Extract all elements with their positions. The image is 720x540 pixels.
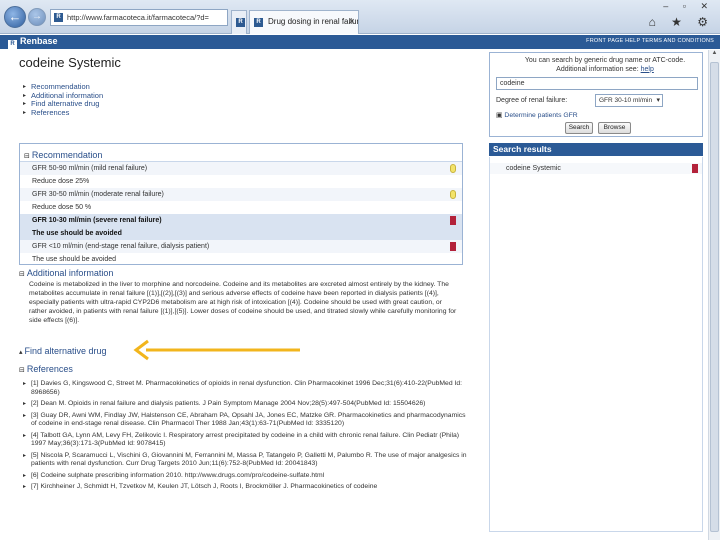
drug-search-input[interactable]: codeine — [496, 77, 698, 90]
reference-item[interactable]: [6] Codeine sulphate prescribing informa… — [23, 472, 467, 481]
references-heading[interactable]: ⊟ References — [19, 364, 73, 374]
address-text: http://www.farmacoteca.it/farmacoteca/?d… — [67, 13, 209, 22]
recommendation-rows: GFR 50-90 ml/min (mild renal failure) Red… — [20, 162, 462, 266]
recommendation-section: ⊟ Recommendation GFR 50-90 ml/min (mild r… — [19, 143, 463, 265]
severity-yellow-icon — [450, 164, 456, 173]
collapse-icon: ⊟ — [19, 271, 25, 278]
arrow-right-icon: → — [32, 11, 42, 22]
recommendation-row-text: GFR 30-50 ml/min (moderate renal failure… — [32, 191, 164, 198]
scroll-up-icon[interactable]: ▲ — [709, 50, 720, 60]
additional-heading-text: Additional information — [26, 268, 114, 278]
determine-gfr-link[interactable]: ▣ Determine patients GFR — [496, 111, 578, 119]
search-panel: You can search by generic drug name or A… — [489, 52, 703, 137]
gfr-select[interactable]: GFR 30-10 ml/min — [595, 94, 663, 107]
recommendation-heading-text: Recommendation — [31, 150, 103, 160]
recommendation-row: GFR 30-50 ml/min (moderate renal failure… — [20, 188, 462, 201]
back-button[interactable]: ← — [4, 6, 26, 28]
severity-yellow-icon — [450, 190, 456, 199]
search-result-item[interactable]: codeine Systemic — [490, 163, 702, 174]
scroll-thumb[interactable] — [710, 62, 719, 532]
reference-item[interactable]: [7] Kirchheiner J, Schmidt H, Tzvetkov M… — [23, 483, 467, 492]
collapse-icon: ⊟ — [19, 367, 25, 374]
severity-red-icon — [450, 242, 456, 251]
recommendation-row: GFR 10-30 ml/min (severe renal failure) — [20, 214, 462, 227]
page-title: codeine Systemic — [19, 55, 121, 70]
additional-information-heading[interactable]: ⊟ Additional information — [19, 268, 113, 278]
find-alternative-drug-heading[interactable]: ▴ Find alternative drug — [19, 346, 107, 356]
reference-item[interactable]: [4] Talbott GA, Lynn AM, Levy FH, Zeliko… — [23, 432, 467, 449]
reference-item[interactable]: [2] Dean M. Opioids in renal failure and… — [23, 400, 467, 409]
collapse-icon: ⊟ — [24, 153, 30, 160]
page-scrollbar[interactable]: ▲ — [708, 50, 720, 540]
address-bar[interactable]: R http://www.farmacoteca.it/farmacoteca/… — [50, 9, 228, 26]
search-info-line2: Additional information see: — [556, 65, 639, 73]
reference-item[interactable]: [5] Niscola P, Scaramucci L, Vischini G,… — [23, 452, 467, 469]
expand-icon: ▴ — [19, 349, 23, 356]
recommendation-row: Reduce dose 25% — [20, 175, 462, 188]
severity-red-icon — [692, 164, 698, 173]
checkbox-icon: ▣ — [496, 112, 503, 119]
site-header: R Renbase FRONT PAGE HELP TERMS AND CONDI… — [0, 35, 720, 49]
recommendation-row-text: Reduce dose 25% — [32, 178, 90, 185]
recommendation-row: The use should be avoided — [20, 253, 462, 266]
recommendation-row-text: GFR <10 ml/min (end-stage renal failure,… — [32, 243, 210, 250]
table-of-contents: Recommendation Additional information Fi… — [23, 82, 103, 118]
recommendation-row-text: GFR 50-90 ml/min (mild renal failure) — [32, 165, 148, 172]
brand[interactable]: R Renbase — [8, 36, 58, 49]
toolbar-icons[interactable]: ⌂ ★ ⚙ — [649, 15, 714, 29]
search-info: You can search by generic drug name or A… — [510, 57, 700, 74]
arrow-left-icon: ← — [8, 9, 22, 24]
recommendation-row: GFR 50-90 ml/min (mild renal failure) — [20, 162, 462, 175]
site-favicon-icon: R — [54, 13, 63, 22]
brand-logo-icon: R — [8, 40, 17, 49]
gfr-label: Degree of renal failure: — [496, 97, 568, 104]
tab-blank[interactable]: R — [231, 10, 247, 34]
tab-label: Drug dosing in renal failure — [268, 17, 359, 26]
recommendation-row-text: GFR 10-30 ml/min (severe renal failure) — [32, 217, 162, 224]
alternative-heading-text: Find alternative drug — [24, 346, 107, 356]
recommendation-row: The use should be avoided — [20, 227, 462, 240]
header-nav-links[interactable]: FRONT PAGE HELP TERMS AND CONDITIONS — [586, 38, 714, 44]
references-heading-text: References — [26, 364, 73, 374]
recommendation-row-text: The use should be avoided — [32, 256, 117, 263]
tab-favicon-icon: R — [236, 18, 245, 27]
additional-information-text: Codeine is metabolized in the liver to m… — [29, 281, 457, 324]
recommendation-row: GFR <10 ml/min (end-stage renal failure,… — [20, 240, 462, 253]
annotation-arrow-icon — [133, 339, 300, 361]
recommendation-heading[interactable]: ⊟ Recommendation — [20, 144, 462, 162]
recommendation-row-text: Reduce dose 50 % — [32, 204, 92, 211]
determine-gfr-text: Determine patients GFR — [504, 112, 578, 119]
tab-drug-dosing[interactable]: R Drug dosing in renal failure ✕ — [249, 10, 359, 34]
references-list: [1] Davies G, Kingswood C, Street M. Pha… — [23, 380, 467, 495]
recommendation-row: Reduce dose 50 % — [20, 201, 462, 214]
search-result-label: codeine Systemic — [506, 165, 561, 172]
severity-red-icon — [450, 216, 456, 225]
tab-favicon-icon: R — [254, 18, 263, 27]
recommendation-row-text: The use should be avoided — [32, 230, 122, 237]
brand-name: Renbase — [20, 36, 58, 46]
reference-item[interactable]: [3] Guay DR, Awni WM, Findlay JW, Halste… — [23, 412, 467, 429]
window-controls[interactable]: – ▫ ✕ — [663, 1, 714, 12]
search-button[interactable]: Search — [565, 122, 593, 134]
browser-chrome: ← → R http://www.farmacoteca.it/farmacot… — [0, 0, 720, 34]
close-icon[interactable]: ✕ — [348, 11, 355, 33]
search-results-heading: Search results — [489, 143, 703, 156]
browse-button[interactable]: Browse — [598, 122, 631, 134]
reference-item[interactable]: [1] Davies G, Kingswood C, Street M. Pha… — [23, 380, 467, 397]
forward-button[interactable]: → — [28, 8, 46, 26]
search-results-list: codeine Systemic — [489, 157, 703, 532]
help-link[interactable]: help — [641, 66, 654, 73]
toc-item-references[interactable]: References — [23, 108, 103, 118]
search-info-line1: You can search by generic drug name or A… — [524, 57, 686, 64]
